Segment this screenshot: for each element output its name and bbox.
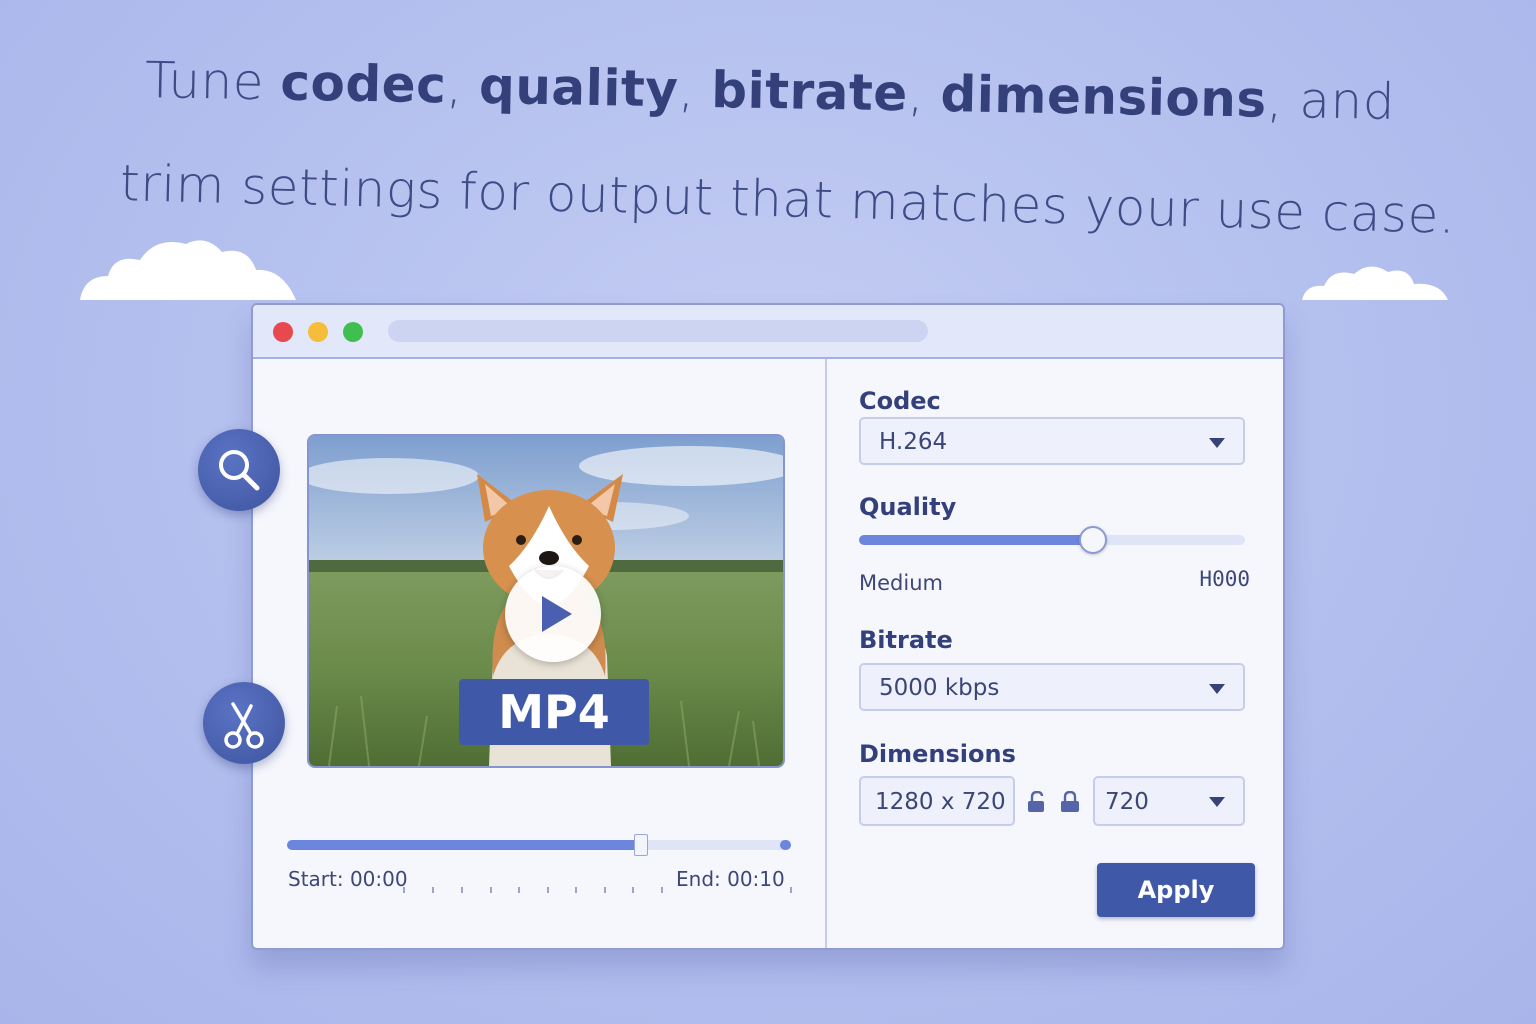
- bitrate-value: 5000 kbps: [879, 675, 1000, 701]
- trim-handle[interactable]: [633, 834, 648, 856]
- app-window: MP4 Start: 00:00 End: 00:10 Codec H.264 …: [251, 303, 1285, 950]
- headline-keyword: quality: [478, 56, 679, 119]
- trim-timeline[interactable]: [287, 834, 791, 856]
- chevron-down-icon: [1209, 438, 1225, 448]
- title-bar: [253, 305, 1283, 359]
- apply-button[interactable]: Apply: [1097, 863, 1255, 917]
- trim-button[interactable]: [203, 682, 285, 764]
- quality-slider-knob[interactable]: [1078, 526, 1107, 554]
- headline-keyword: bitrate: [710, 60, 909, 123]
- codec-label: Codec: [859, 387, 941, 415]
- quality-label: Quality: [859, 493, 957, 521]
- bitrate-label: Bitrate: [859, 626, 953, 654]
- headline-text: ,: [677, 60, 712, 119]
- headline-text: ,: [445, 56, 480, 115]
- codec-value: H.264: [879, 429, 948, 455]
- headline-keyword: dimensions: [940, 64, 1268, 129]
- height-select[interactable]: 720: [1093, 776, 1245, 826]
- height-value: 720: [1105, 789, 1149, 815]
- magnifier-icon: [219, 450, 260, 491]
- codec-select[interactable]: H.264: [859, 417, 1245, 465]
- headline-text: Tune: [144, 51, 281, 112]
- video-preview[interactable]: MP4: [307, 434, 785, 768]
- bitrate-select[interactable]: 5000 kbps: [859, 663, 1245, 711]
- unlocked-padlock-icon[interactable]: [1026, 791, 1048, 813]
- headline-line-1: Tune codec, quality, bitrate, dimensions…: [120, 51, 1421, 132]
- headline-text: , and: [1266, 70, 1396, 131]
- headline-keyword: codec: [279, 53, 447, 115]
- trim-start-label: Start: 00:00: [288, 867, 408, 891]
- minimize-window-button[interactable]: [308, 322, 328, 342]
- dimensions-label: Dimensions: [859, 740, 1016, 768]
- dimensions-size-value: 1280 x 720: [875, 789, 1006, 815]
- cloud-decoration-right: [1302, 266, 1448, 300]
- play-button[interactable]: [505, 566, 601, 662]
- chevron-down-icon: [1209, 684, 1225, 694]
- headline-text: ,: [907, 64, 942, 123]
- trim-selection-range-tail: [780, 840, 791, 850]
- chevron-down-icon: [1209, 797, 1225, 807]
- play-icon: [542, 596, 572, 632]
- padlock-icon[interactable]: [1059, 791, 1081, 813]
- search-button[interactable]: [198, 429, 280, 511]
- cloud-decoration-left: [80, 240, 296, 300]
- scissors-icon: [224, 702, 264, 749]
- trim-selection-range: [287, 840, 640, 850]
- quality-slider[interactable]: [859, 526, 1245, 554]
- quality-low-label: Medium: [859, 571, 943, 595]
- address-bar[interactable]: [388, 320, 928, 342]
- quality-slider-fill: [859, 535, 1091, 545]
- maximize-window-button[interactable]: [343, 322, 363, 342]
- quality-high-label: H000: [1199, 567, 1250, 591]
- panel-divider: [825, 359, 827, 948]
- close-window-button[interactable]: [273, 322, 293, 342]
- dimensions-size-field[interactable]: 1280 x 720: [859, 776, 1015, 826]
- trim-end-label: End: 00:10: [676, 867, 785, 891]
- format-badge: MP4: [459, 679, 649, 745]
- headline-line-2: trim settings for output that matches yo…: [119, 154, 1456, 245]
